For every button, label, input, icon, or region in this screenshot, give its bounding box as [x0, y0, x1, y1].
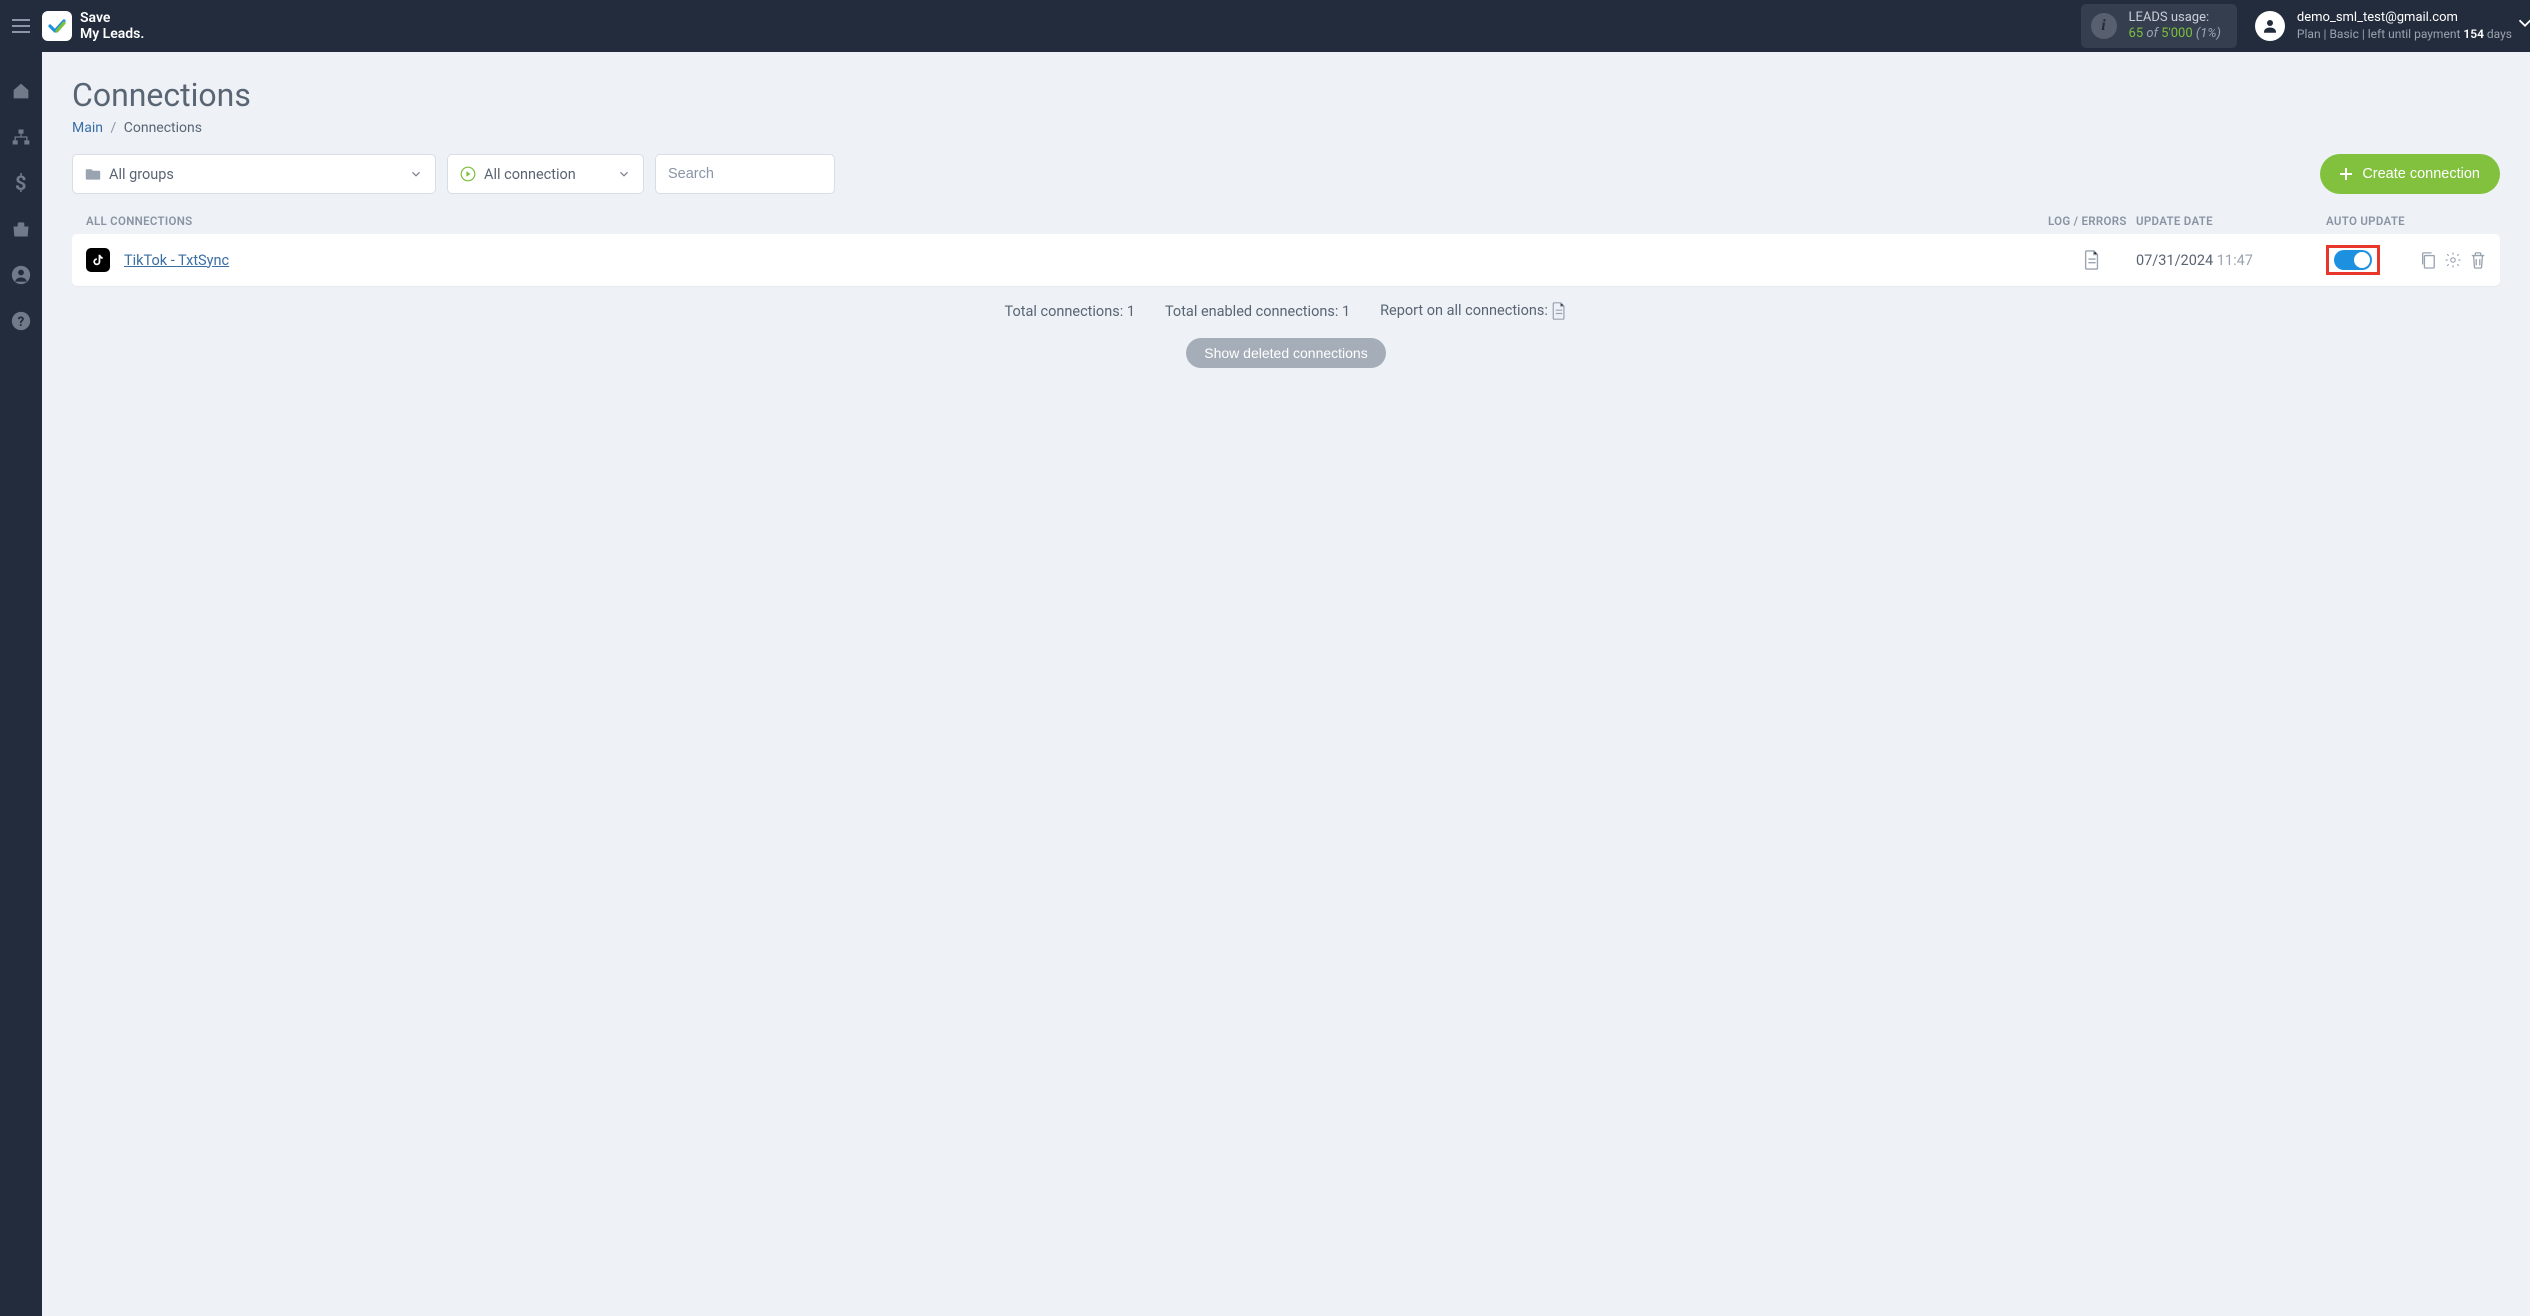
- page-title: Connections: [72, 76, 2500, 114]
- col-header-date: UPDATE DATE: [2136, 214, 2326, 228]
- account-menu[interactable]: demo_sml_test@gmail.com Plan | Basic | l…: [2255, 10, 2512, 41]
- connection-link[interactable]: TikTok - TxtSync: [124, 252, 229, 269]
- breadcrumb-main[interactable]: Main: [72, 120, 103, 136]
- svg-text:?: ?: [18, 315, 25, 330]
- list-header: ALL CONNECTIONS LOG / ERRORS UPDATE DATE…: [72, 208, 2500, 234]
- groups-dropdown[interactable]: All groups: [72, 154, 436, 194]
- sidebar-billing[interactable]: $: [10, 172, 32, 194]
- tiktok-icon: [86, 248, 110, 272]
- auto-update-toggle[interactable]: [2334, 250, 2372, 270]
- hamburger-icon: [12, 19, 30, 33]
- usage-box: i LEADS usage: 65 of 5'000 (1%): [2081, 4, 2237, 49]
- sidebar-account[interactable]: [10, 264, 32, 286]
- menu-toggle[interactable]: [0, 0, 42, 52]
- info-icon: i: [2091, 13, 2117, 39]
- connection-filter-dropdown[interactable]: All connection: [447, 154, 644, 194]
- account-email: demo_sml_test@gmail.com: [2297, 10, 2512, 26]
- toolbar: All groups All connection Create connect…: [72, 154, 2500, 194]
- sidebar-connections[interactable]: [10, 126, 32, 148]
- logo-icon: [42, 11, 72, 41]
- gear-icon: [2444, 251, 2462, 269]
- create-connection-button[interactable]: Create connection: [2320, 154, 2500, 194]
- breadcrumb-current: Connections: [124, 120, 202, 136]
- svg-text:$: $: [15, 173, 26, 193]
- sidebar-home[interactable]: [10, 80, 32, 102]
- sidebar-help[interactable]: ?: [10, 310, 32, 332]
- chevron-down-icon: [409, 167, 423, 181]
- plus-icon: [2340, 168, 2352, 180]
- update-date: 07/31/2024 11:47: [2136, 252, 2326, 269]
- content: Connections Main / Connections All group…: [42, 52, 2530, 392]
- col-header-auto: AUTO UPDATE: [2326, 214, 2486, 228]
- delete-button[interactable]: [2470, 251, 2486, 269]
- usage-label: LEADS usage:: [2129, 10, 2221, 26]
- account-plan: Plan | Basic | left until payment 154 da…: [2297, 27, 2512, 42]
- sidebar-toolbox[interactable]: [10, 218, 32, 240]
- copy-icon: [2420, 251, 2436, 269]
- report-button[interactable]: [1551, 302, 1567, 320]
- show-deleted-button[interactable]: Show deleted connections: [1186, 338, 1385, 368]
- chevron-down-icon[interactable]: [2514, 12, 2530, 34]
- settings-button[interactable]: [2444, 251, 2462, 269]
- document-icon: [1551, 302, 1567, 320]
- copy-button[interactable]: [2420, 251, 2436, 269]
- connection-row: TikTok - TxtSync 07/31/2024 11:47: [72, 234, 2500, 286]
- col-header-name: ALL CONNECTIONS: [86, 214, 2048, 228]
- play-circle-icon: [460, 166, 476, 182]
- log-button[interactable]: [2048, 250, 2136, 270]
- document-icon: [2083, 250, 2101, 270]
- folder-icon: [85, 167, 101, 181]
- topbar: Save My Leads. i LEADS usage: 65 of 5'00…: [0, 0, 2530, 52]
- avatar-icon: [2255, 11, 2285, 41]
- search-input[interactable]: [655, 154, 835, 194]
- sidebar: $ ?: [0, 52, 42, 1316]
- col-header-log: LOG / ERRORS: [2048, 214, 2136, 228]
- trash-icon: [2470, 251, 2486, 269]
- highlight-box: [2326, 245, 2380, 275]
- logo-text: Save My Leads.: [80, 10, 144, 42]
- chevron-down-icon: [617, 167, 631, 181]
- summary: Total connections: 1 Total enabled conne…: [72, 286, 2500, 338]
- breadcrumb: Main / Connections: [72, 120, 2500, 136]
